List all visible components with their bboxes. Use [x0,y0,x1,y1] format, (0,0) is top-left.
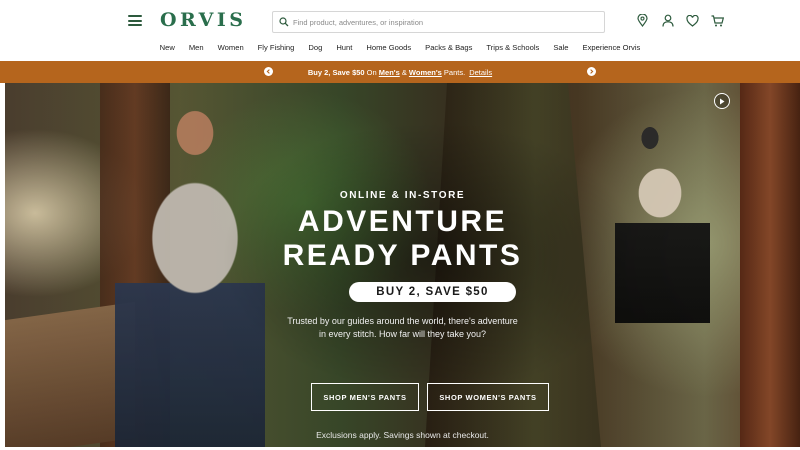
hero-description-line2: in every stitch. How far will they take … [318,329,487,339]
cart-icon[interactable] [711,14,724,27]
wishlist-heart-icon[interactable] [686,14,699,27]
nav-item-dog[interactable]: Dog [301,40,329,61]
search-bar[interactable] [272,11,605,33]
promo-text: Buy 2, Save $50 On Men's & Women's Pants… [308,68,492,77]
promo-banner: Buy 2, Save $50 On Men's & Women's Pants… [0,61,800,83]
promo-tail: Pants. [441,67,466,77]
search-input[interactable] [293,17,593,27]
hero-description: Trusted by our guides around the world, … [5,315,800,341]
promo-mid: On [364,67,379,77]
hero-headline: ADVENTURE READY PANTS [5,205,800,273]
site-header: ORVIS [0,0,800,40]
nav-item-women[interactable]: Women [211,40,251,61]
hero-headline-line2: READY PANTS [282,239,523,272]
promo-details-link[interactable]: Details [469,68,492,77]
hero-description-line1: Trusted by our guides around the world, … [287,316,518,326]
search-icon [279,17,289,27]
promo-men-link[interactable]: Men's [379,68,400,77]
nav-item-experience-orvis[interactable]: Experience Orvis [576,40,648,61]
nav-item-men[interactable]: Men [182,40,211,61]
promo-women-link[interactable]: Women's [409,68,442,77]
nav-item-new[interactable]: New [153,40,182,61]
nav-item-fly-fishing[interactable]: Fly Fishing [251,40,302,61]
play-icon[interactable] [714,93,730,109]
hero-eyebrow: ONLINE & IN-STORE [339,190,466,201]
nav-item-home-goods[interactable]: Home Goods [359,40,418,61]
nav-item-sale[interactable]: Sale [546,40,575,61]
nav-item-hunt[interactable]: Hunt [329,40,359,61]
hero-headline-line1: ADVENTURE [297,205,508,238]
promo-lead: Buy 2, Save $50 [307,67,365,77]
hamburger-menu-icon[interactable] [128,15,142,26]
hero-banner: ONLINE & IN-STORE ADVENTURE READY PANTS … [5,83,800,447]
main-nav: New Men Women Fly Fishing Dog Hunt Home … [0,40,800,61]
chevron-left-icon[interactable] [264,67,273,76]
nav-item-trips-schools[interactable]: Trips & Schools [479,40,546,61]
account-icon[interactable] [661,14,674,27]
offer-badge: BUY 2, SAVE $50 [349,282,516,302]
hero-fineprint: Exclusions apply. Savings shown at check… [316,430,489,440]
orvis-logo[interactable]: ORVIS [160,9,247,31]
chevron-right-icon[interactable] [587,67,596,76]
shop-mens-pants-button[interactable]: SHOP MEN'S PANTS [311,383,419,411]
nav-item-packs-bags[interactable]: Packs & Bags [418,40,479,61]
location-pin-icon[interactable] [636,14,649,27]
promo-amp: & [399,67,409,77]
shop-womens-pants-button[interactable]: SHOP WOMEN'S PANTS [427,383,549,411]
